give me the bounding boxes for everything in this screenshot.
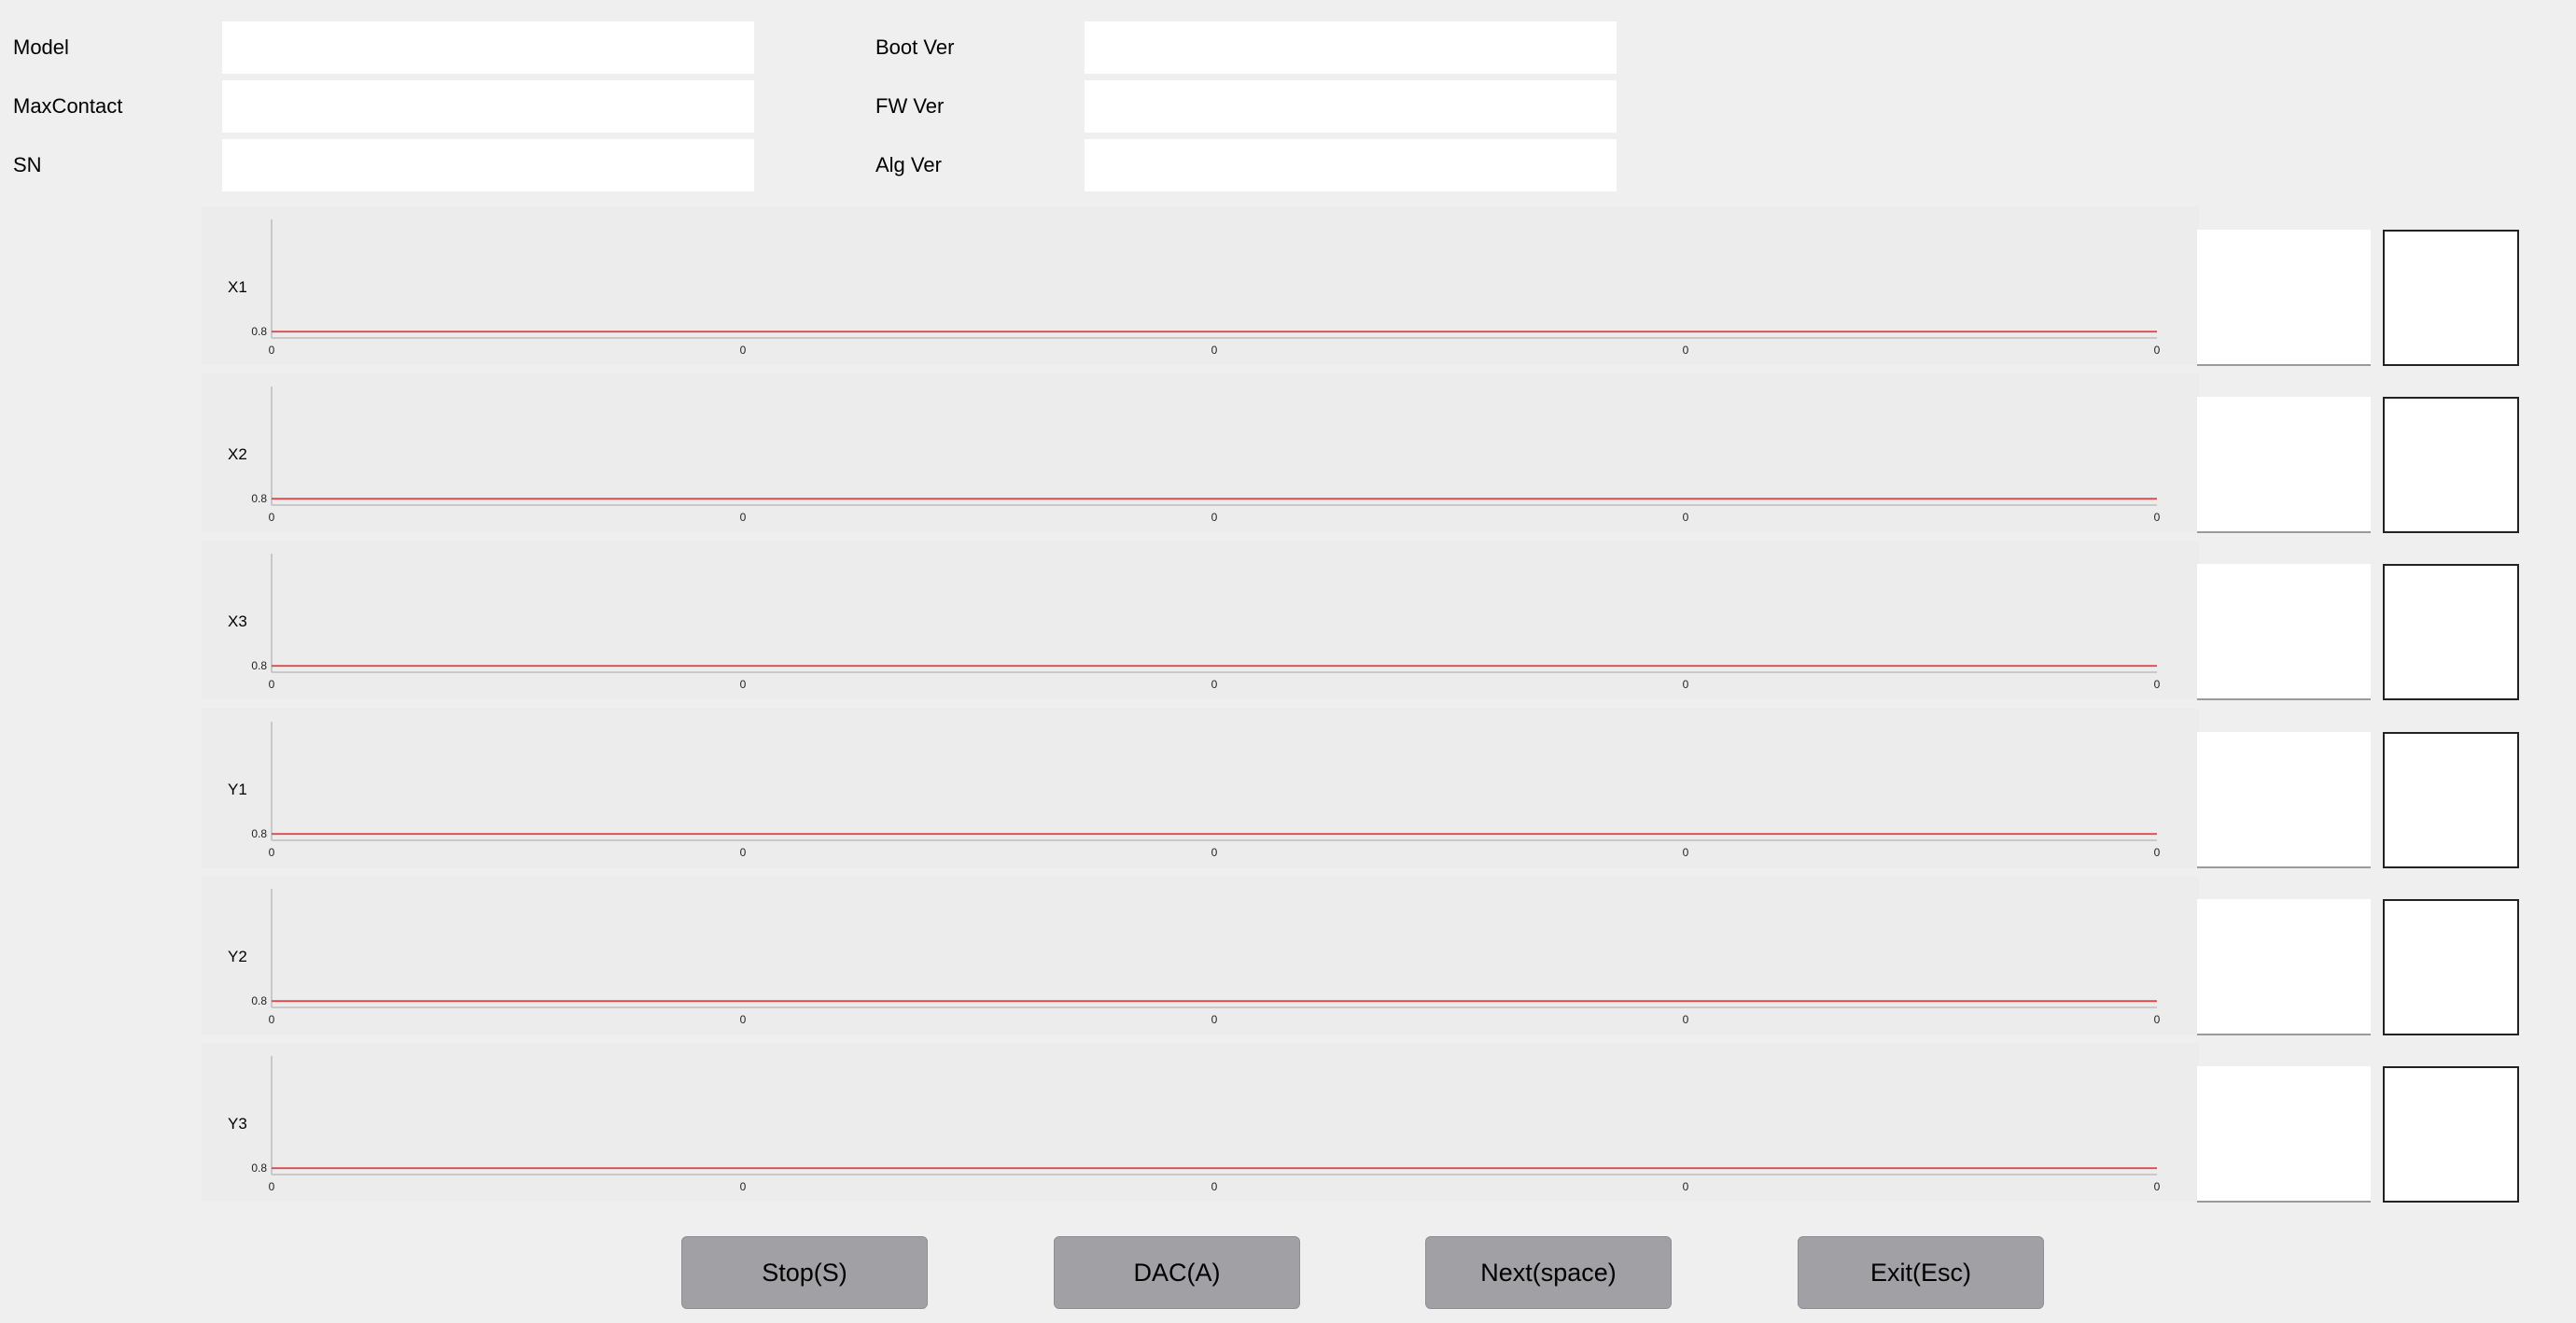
stop-button[interactable]: Stop(S) [681, 1236, 928, 1309]
plot-chart-y2: Y20.80 0 0 0 0 [228, 889, 2161, 1026]
channel-indicator-box-x3 [2383, 564, 2519, 700]
channel-label: X2 [228, 445, 247, 463]
x-tick-label: 0 [1683, 1180, 1689, 1193]
x-tick-label: 0 [2154, 511, 2161, 524]
x-tick-label: 0 [269, 344, 275, 357]
channel-value-box-y2 [2197, 899, 2371, 1035]
model-label: Model [13, 35, 69, 59]
max-contact-label: MaxContact [13, 94, 123, 118]
x-tick-label: 0 [1211, 1180, 1218, 1193]
plot-panel-x2: X2 0.8 0 0 0 0 0 [202, 373, 2199, 532]
x-tick-label: 0 [2154, 846, 2161, 859]
channel-label: X1 [228, 278, 247, 296]
channel-value-box-x3 [2197, 564, 2371, 700]
x-tick-label: 0 [269, 1013, 275, 1026]
x-tick-label: 0 [1211, 846, 1218, 859]
x-tick-label: 0 [1683, 1013, 1689, 1026]
y-tick-label: 0.8 [251, 325, 267, 338]
y-tick-label: 0.8 [251, 492, 267, 505]
dac-button[interactable]: DAC(A) [1054, 1236, 1300, 1309]
x-tick-label: 0 [1211, 511, 1218, 524]
y-tick-label: 0.8 [251, 827, 267, 840]
channel-value-box-y1 [2197, 732, 2371, 868]
x-tick-label: 0 [269, 846, 275, 859]
channel-indicator-box-y2 [2383, 899, 2519, 1035]
fw-ver-field[interactable] [1085, 80, 1617, 133]
alg-ver-label: Alg Ver [875, 153, 942, 176]
alg-ver-field[interactable] [1085, 139, 1617, 191]
plot-panel-y2: Y2 0.8 0 0 0 0 0 [202, 876, 2199, 1034]
plot-chart-y1: Y10.80 0 0 0 0 [228, 722, 2161, 859]
x-tick-label: 0 [2154, 1180, 2161, 1193]
channel-value-box-x2 [2197, 397, 2371, 533]
boot-ver-field[interactable] [1085, 21, 1617, 74]
y-tick-label: 0.8 [251, 1161, 267, 1175]
x-tick-label: 0 [269, 1180, 275, 1193]
sn-label: SN [13, 153, 42, 176]
channel-indicator-box-y1 [2383, 732, 2519, 868]
x-tick-label: 0 [740, 1180, 747, 1193]
channel-value-box-y3 [2197, 1066, 2371, 1203]
boot-ver-label: Boot Ver [875, 35, 955, 59]
plot-panel-y3: Y3 0.8 0 0 0 0 0 [202, 1043, 2199, 1202]
plot-panel-x3: X3 0.8 0 0 0 0 0 [202, 541, 2199, 699]
x-tick-label: 0 [740, 678, 747, 691]
x-tick-label: 0 [1211, 1013, 1218, 1026]
channel-label: Y2 [228, 948, 247, 965]
x-tick-label: 0 [1211, 344, 1218, 357]
plot-chart-x1: X10.80 0 0 0 0 [228, 219, 2161, 357]
x-tick-label: 0 [269, 678, 275, 691]
x-tick-label: 0 [1683, 511, 1689, 524]
exit-button[interactable]: Exit(Esc) [1798, 1236, 2044, 1309]
next-button[interactable]: Next(space) [1425, 1236, 1672, 1309]
x-tick-label: 0 [740, 1013, 747, 1026]
x-tick-label: 0 [1683, 344, 1689, 357]
x-tick-label: 0 [269, 511, 275, 524]
x-tick-label: 0 [1683, 678, 1689, 691]
channel-label: Y3 [228, 1115, 247, 1133]
channel-indicator-box-x1 [2383, 230, 2519, 366]
plot-panel-y1: Y1 0.8 0 0 0 0 0 [202, 709, 2199, 867]
plot-panel-x1: X1 0.8 0 0 0 0 0 [202, 206, 2199, 365]
plot-chart-y3: Y30.80 0 0 0 0 [228, 1056, 2161, 1193]
x-tick-label: 0 [2154, 1013, 2161, 1026]
channel-value-box-x1 [2197, 230, 2371, 366]
max-contact-field[interactable] [222, 80, 754, 133]
plot-chart-x2: X20.80 0 0 0 0 [228, 387, 2161, 524]
x-tick-label: 0 [1683, 846, 1689, 859]
sn-field[interactable] [222, 139, 754, 191]
channel-label: X3 [228, 612, 247, 630]
y-tick-label: 0.8 [251, 659, 267, 672]
x-tick-label: 0 [740, 846, 747, 859]
y-tick-label: 0.8 [251, 994, 267, 1007]
x-tick-label: 0 [1211, 678, 1218, 691]
channel-indicator-box-y3 [2383, 1066, 2519, 1203]
x-tick-label: 0 [2154, 344, 2161, 357]
model-field[interactable] [222, 21, 754, 74]
channel-indicator-box-x2 [2383, 397, 2519, 533]
x-tick-label: 0 [740, 511, 747, 524]
fw-ver-label: FW Ver [875, 94, 945, 118]
x-tick-label: 0 [2154, 678, 2161, 691]
plot-chart-x3: X30.80 0 0 0 0 [228, 554, 2161, 691]
channel-label: Y1 [228, 781, 247, 798]
x-tick-label: 0 [740, 344, 747, 357]
